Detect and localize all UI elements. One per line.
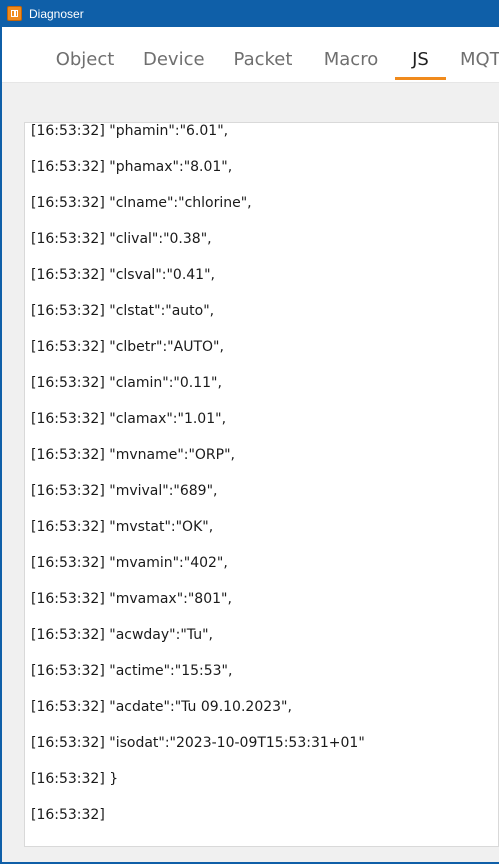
active-tab-indicator [395,77,446,80]
window-title: Diagnoser [29,6,84,21]
log-line: [16:53:32] [31,807,105,823]
js-log-output[interactable]: [16:53:32] "phamin":"6.01", [16:53:32] "… [24,122,499,847]
log-line: [16:53:32] "actime":"15:53", [31,663,233,679]
log-line: [16:53:32] "clstat":"auto", [31,303,215,319]
log-line: [16:53:32] "clsval":"0.41", [31,267,215,283]
log-line: [16:53:32] "clname":"chlorine", [31,195,252,211]
log-line: [16:53:32] "clbetr":"AUTO", [31,339,224,355]
log-line: [16:53:32] "clamin":"0.11", [31,375,222,391]
log-line: [16:53:32] "isodat":"2023-10-09T15:53:31… [31,735,365,751]
tab-packet[interactable]: Packet [232,27,294,79]
tab-mqtt[interactable]: MQT [460,27,499,79]
log-line: [16:53:32] "mvstat":"OK", [31,519,214,535]
log-line: [16:53:32] "clival":"0.38", [31,231,212,247]
title-bar[interactable]: Diagnoser [0,0,499,27]
log-line: [16:53:32] "acdate":"Tu 09.10.2023", [31,699,292,715]
log-line: [16:53:32] "mvamin":"402", [31,555,228,571]
log-line: [16:53:32] "mvival":"689", [31,483,218,499]
log-line: [16:53:32] "phamax":"8.01", [31,159,233,175]
tab-js[interactable]: JS [395,27,446,79]
app-logo-icon [7,6,22,21]
tab-device[interactable]: Device [143,27,205,79]
log-line: [16:53:32] "phamin":"6.01", [31,123,229,139]
log-line: [16:53:32] "mvamax":"801", [31,591,232,607]
log-line: [16:53:32] "mvname":"ORP", [31,447,235,463]
tab-macro[interactable]: Macro [322,27,380,79]
log-line: [16:53:32] "acwday":"Tu", [31,627,213,643]
tab-bar: Object Device Packet Macro JS MQT [2,27,499,83]
tab-object[interactable]: Object [55,27,115,79]
log-line: [16:53:32] } [31,771,119,787]
log-line: [16:53:32] "clamax":"1.01", [31,411,227,427]
diagnoser-window: Diagnoser Object Device Packet Macro JS … [0,0,499,864]
